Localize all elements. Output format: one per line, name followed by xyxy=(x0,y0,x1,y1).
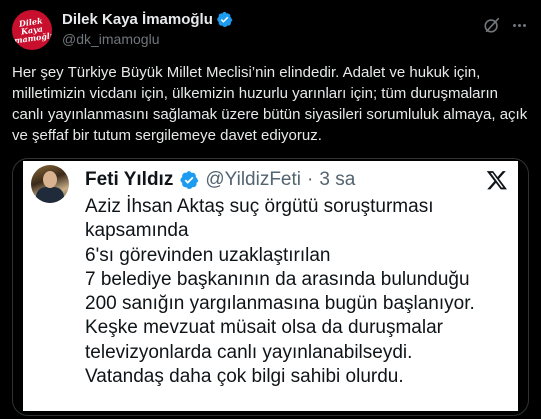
quoted-post-card[interactable]: Feti Yıldız @YildizFeti · 3 sa Aziz İhsa… xyxy=(12,158,529,416)
quoted-separator: · xyxy=(307,169,314,190)
verified-badge-icon xyxy=(217,11,233,28)
quoted-name-row: Feti Yıldız @YildizFeti · 3 sa xyxy=(85,169,355,191)
author-handle[interactable]: @dk_imamoglu xyxy=(62,31,159,47)
quoted-avatar xyxy=(31,165,69,203)
avatar[interactable]: Dilek Kaya İmamoğlu xyxy=(12,10,52,50)
post-text: Her şey Türkiye Büyük Millet Meclisi’nin… xyxy=(12,64,528,144)
quoted-time: 3 sa xyxy=(319,169,356,190)
more-icon[interactable] xyxy=(509,16,529,34)
author-name-row: Dilek Kaya İmamoğlu xyxy=(62,11,233,28)
author-display-name[interactable]: Dilek Kaya İmamoğlu xyxy=(62,11,213,28)
x-logo-icon xyxy=(486,171,507,190)
avatar-signature: Dilek Kaya İmamoğlu xyxy=(12,15,52,47)
verified-badge-icon xyxy=(180,171,199,189)
post-header: Dilek Kaya İmamoğlu Dilek Kaya İmamoğlu @… xyxy=(12,8,529,50)
grok-icon[interactable] xyxy=(483,16,501,34)
quoted-post-screenshot: Feti Yıldız @YildizFeti · 3 sa Aziz İhsa… xyxy=(23,161,518,411)
quoted-handle: @YildizFeti xyxy=(205,169,302,190)
quoted-display-name: Feti Yıldız xyxy=(85,169,174,190)
quoted-post-text: Aziz İhsan Aktaş suç örgütü soruşturması… xyxy=(85,196,475,388)
